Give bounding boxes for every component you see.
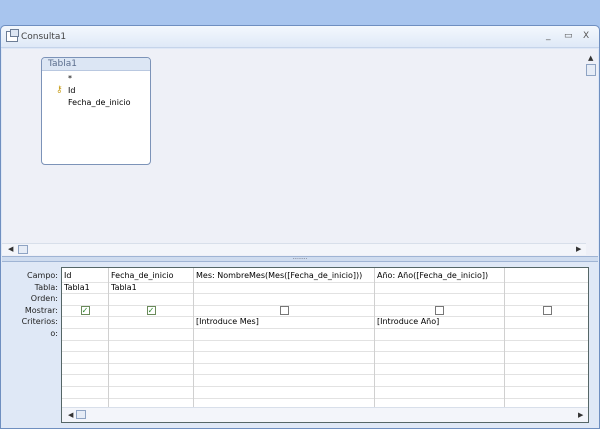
scroll-right-icon[interactable]: ▶ [578,411,583,419]
cell-tabla[interactable]: Tabla1 [62,283,90,292]
scroll-right-icon[interactable]: ▶ [576,245,581,253]
query-design-window: Consulta1 _ ▭ X Tabla1 * ⚷ Id Fecha_de_i… [0,25,600,429]
cell-campo[interactable]: Mes: NombreMes(Mes([Fecha_de_inicio])) [194,271,362,280]
query-icon [6,29,19,42]
label-mostrar: Mostrar: [24,305,58,315]
design-grid[interactable]: ◀ ▶ Id Tabla1 ✓ Fecha_de_inicio Tabla1 ✓ Mes: … [61,267,589,423]
show-checkbox[interactable] [542,306,552,316]
grid-column-4[interactable]: Año: Año([Fecha_de_inicio]) [Introduce Añ… [375,268,505,407]
show-checkbox[interactable] [279,306,289,316]
vertical-scrollbar[interactable]: ▲ [586,49,597,243]
cell-campo[interactable]: Fecha_de_inicio [109,271,174,280]
design-grid-pane: Campo: Tabla: Orden: Mostrar: Criterios:… [2,262,598,428]
grid-column-5[interactable] [505,268,588,407]
table-box-tabla1[interactable]: Tabla1 * ⚷ Id Fecha_de_inicio [41,57,151,165]
grid-column-3[interactable]: Mes: NombreMes(Mes([Fecha_de_inicio])) [I… [194,268,375,407]
grid-column-2[interactable]: Fecha_de_inicio Tabla1 ✓ [109,268,194,407]
label-orden: Orden: [30,294,58,304]
table-pane: Tabla1 * ⚷ Id Fecha_de_inicio ▲ ◀ ▶ [2,49,598,256]
grid-column-1[interactable]: Id Tabla1 ✓ [62,268,109,407]
show-checkbox[interactable] [435,306,444,316]
cell-campo[interactable]: Id [62,271,71,280]
window-title: Consulta1 [21,32,67,42]
field-all[interactable]: * [68,74,72,83]
primary-key-icon: ⚷ [56,85,63,95]
scroll-thumb[interactable] [586,64,596,76]
maximize-button[interactable]: ▭ [564,31,573,41]
table-box-title[interactable]: Tabla1 [42,58,150,71]
scroll-thumb[interactable] [18,245,28,254]
cell-criterios[interactable]: [Introduce Año] [375,317,439,326]
label-criterios: Criterios: [21,317,58,327]
row-labels: Campo: Tabla: Orden: Mostrar: Criterios:… [2,270,58,340]
scroll-left-icon[interactable]: ◀ [8,245,13,253]
show-checkbox[interactable]: ✓ [146,306,156,316]
scroll-up-icon[interactable]: ▲ [588,54,593,62]
field-id[interactable]: Id [68,86,75,95]
cell-criterios[interactable]: [Introduce Mes] [194,317,259,326]
grid-horizontal-scrollbar[interactable]: ◀ ▶ [62,407,588,422]
label-tabla: Tabla: [34,282,58,292]
title-bar: Consulta1 _ ▭ X [1,26,599,48]
scroll-thumb[interactable] [76,410,86,419]
scroll-left-icon[interactable]: ◀ [68,411,73,419]
cell-tabla[interactable]: Tabla1 [109,283,137,292]
show-checkbox[interactable]: ✓ [80,306,90,316]
cell-campo[interactable]: Año: Año([Fecha_de_inicio]) [375,271,488,280]
field-fecha-de-inicio[interactable]: Fecha_de_inicio [68,98,131,107]
label-o: o: [50,328,58,338]
label-campo: Campo: [27,271,58,280]
close-button[interactable]: X [583,31,589,41]
minimize-button[interactable]: _ [546,31,551,41]
